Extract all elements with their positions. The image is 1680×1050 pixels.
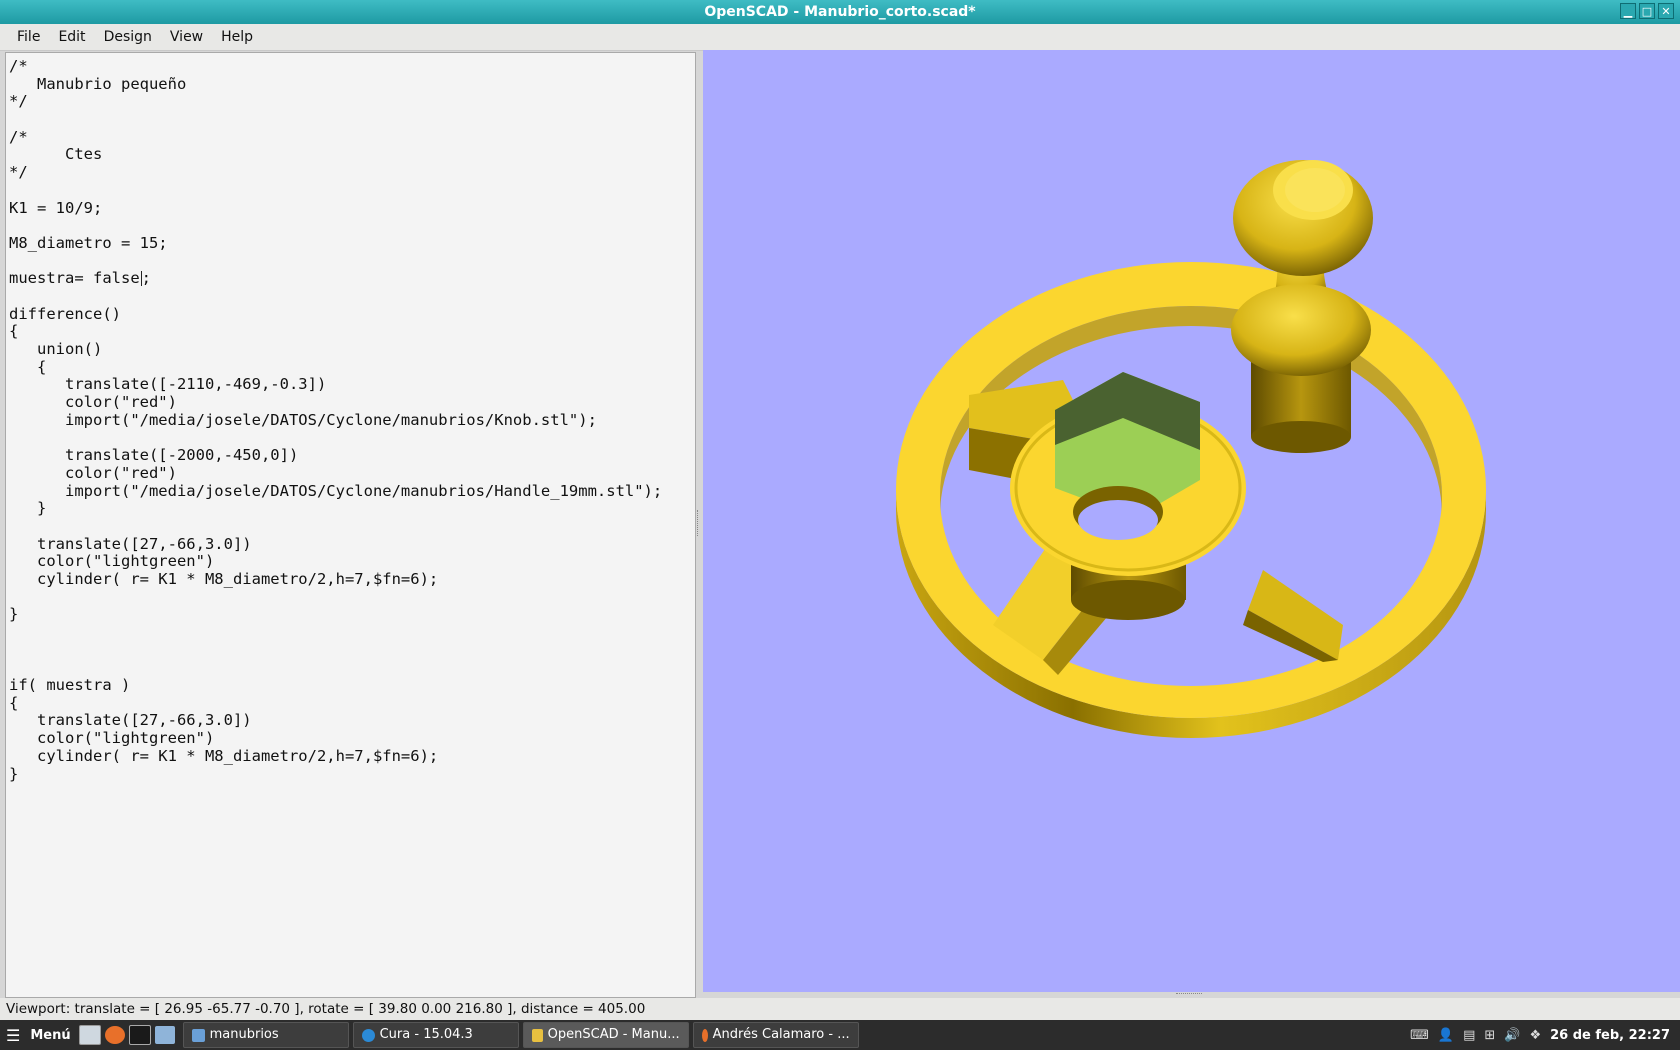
code-line[interactable]	[9, 588, 695, 606]
rendered-model	[896, 160, 1486, 738]
code-line[interactable]: color("red")	[9, 393, 695, 411]
close-button[interactable]: ✕	[1658, 3, 1674, 19]
code-line[interactable]: color("red")	[9, 464, 695, 482]
menu-view[interactable]: View	[161, 29, 212, 45]
code-line[interactable]: color("lightgreen")	[9, 552, 695, 570]
task-cura[interactable]: Cura - 15.04.3	[352, 1022, 519, 1048]
code-line[interactable]: cylinder( r= K1 * M8_diametro/2,h=7,$fn=…	[9, 570, 695, 588]
code-line[interactable]	[9, 428, 695, 446]
quick-launch	[78, 1025, 175, 1045]
keyboard-icon[interactable]: ⌨	[1410, 1028, 1429, 1043]
firefox-icon[interactable]	[104, 1026, 125, 1044]
status-bar: Viewport: translate = [ 26.95 -65.77 -0.…	[0, 998, 1680, 1020]
user-icon[interactable]: 👤	[1438, 1028, 1454, 1043]
title-bar: OpenSCAD - Manubrio_corto.scad* ▁ □ ✕	[0, 0, 1680, 24]
menu-bar: File Edit Design View Help	[0, 24, 1680, 51]
code-line[interactable]: Ctes	[9, 145, 695, 163]
code-line[interactable]: translate([27,-66,3.0])	[9, 711, 695, 729]
dropbox-icon[interactable]: ❖	[1529, 1028, 1541, 1043]
code-line[interactable]: }	[9, 499, 695, 517]
code-line[interactable]: {	[9, 322, 695, 340]
menu-file[interactable]: File	[8, 29, 49, 45]
task-list: manubrios Cura - 15.04.3 OpenSCAD - Manu…	[182, 1022, 863, 1048]
code-line[interactable]	[9, 216, 695, 234]
code-line[interactable]	[9, 110, 695, 128]
code-line[interactable]: */	[9, 92, 695, 110]
code-line[interactable]	[9, 287, 695, 305]
code-line[interactable]	[9, 641, 695, 659]
clipboard-icon[interactable]: ▤	[1463, 1028, 1475, 1043]
code-line[interactable]: muestra= false;	[9, 269, 695, 287]
menu-edit[interactable]: Edit	[49, 29, 94, 45]
openscad-icon	[531, 1028, 543, 1042]
terminal-icon[interactable]	[128, 1025, 151, 1045]
code-line[interactable]: K1 = 10/9;	[9, 199, 695, 217]
code-line[interactable]	[9, 181, 695, 199]
code-line[interactable]: difference()	[9, 305, 695, 323]
code-line[interactable]: {	[9, 694, 695, 712]
clock[interactable]: 26 de feb, 22:27	[1550, 1028, 1670, 1043]
viewport-status-text: Viewport: translate = [ 26.95 -65.77 -0.…	[6, 1001, 646, 1017]
task-manubrios[interactable]: manubrios	[182, 1022, 349, 1048]
3d-viewport[interactable]	[703, 50, 1680, 992]
code-line[interactable]: /*	[9, 57, 695, 75]
window-title: OpenSCAD - Manubrio_corto.scad*	[704, 4, 976, 20]
code-editor[interactable]: /* Manubrio pequeño */ /* Ctes */ K1 = 10/…	[5, 52, 696, 998]
taskbar: ☰ Menú manubrios Cura - 15.04.3 OpenSCAD…	[0, 1020, 1680, 1050]
code-line[interactable]: M8_diametro = 15;	[9, 234, 695, 252]
menu-icon: ☰	[6, 1025, 21, 1045]
code-line[interactable]: color("lightgreen")	[9, 729, 695, 747]
code-line[interactable]: Manubrio pequeño	[9, 75, 695, 93]
code-line[interactable]	[9, 658, 695, 676]
code-line[interactable]: if( muestra )	[9, 676, 695, 694]
code-line[interactable]	[9, 252, 695, 270]
code-line[interactable]: translate([-2000,-450,0])	[9, 446, 695, 464]
desktop-icon[interactable]	[78, 1025, 101, 1045]
maximize-button[interactable]: □	[1639, 3, 1655, 19]
code-line[interactable]: union()	[9, 340, 695, 358]
code-line[interactable]: {	[9, 358, 695, 376]
code-line[interactable]	[9, 517, 695, 535]
folder-icon	[191, 1028, 205, 1042]
system-tray: ⌨ 👤 ▤ ⊞ 🔊 ❖ 26 de feb, 22:27	[1410, 1028, 1680, 1043]
code-text[interactable]: /* Manubrio pequeño */ /* Ctes */ K1 = 10/…	[6, 53, 695, 783]
task-openscad[interactable]: OpenSCAD - Manu...	[522, 1022, 689, 1048]
code-line[interactable]: import("/media/josele/DATOS/Cyclone/manu…	[9, 411, 695, 429]
code-line[interactable]	[9, 623, 695, 641]
menu-design[interactable]: Design	[95, 29, 161, 45]
start-menu-label: Menú	[30, 1027, 71, 1043]
task-firefox[interactable]: Andrés Calamaro - ...	[692, 1022, 859, 1048]
code-line[interactable]: }	[9, 765, 695, 783]
cura-icon	[361, 1028, 375, 1042]
code-line[interactable]: translate([-2110,-469,-0.3])	[9, 375, 695, 393]
volume-icon[interactable]: 🔊	[1504, 1028, 1520, 1043]
firefox-icon	[701, 1028, 708, 1042]
menu-help[interactable]: Help	[212, 29, 262, 45]
code-line[interactable]: cylinder( r= K1 * M8_diametro/2,h=7,$fn=…	[9, 747, 695, 765]
panel-splitter-handle[interactable]	[697, 510, 702, 536]
code-line[interactable]: }	[9, 605, 695, 623]
start-menu-button[interactable]: ☰ Menú	[0, 1026, 79, 1045]
files-icon[interactable]	[154, 1026, 175, 1044]
code-line[interactable]: /*	[9, 128, 695, 146]
code-line[interactable]: import("/media/josele/DATOS/Cyclone/manu…	[9, 482, 695, 500]
minimize-button[interactable]: ▁	[1620, 3, 1636, 19]
network-icon[interactable]: ⊞	[1484, 1028, 1495, 1043]
code-line[interactable]: translate([27,-66,3.0])	[9, 535, 695, 553]
code-line[interactable]: */	[9, 163, 695, 181]
